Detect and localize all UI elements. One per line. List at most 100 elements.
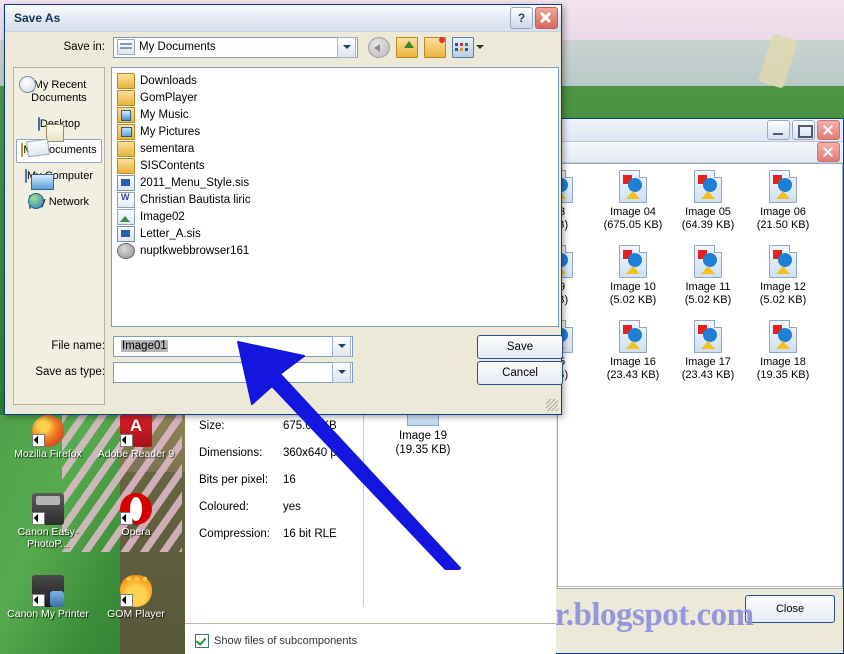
file-name: 2011_Menu_Style.sis	[140, 176, 250, 189]
save-button[interactable]: Save	[477, 335, 563, 359]
list-item[interactable]: nuptkwebbrowser161	[114, 242, 556, 259]
thumbnail-item[interactable]: 09 KB)	[558, 245, 596, 307]
gom-player-icon	[120, 575, 152, 607]
music-folder-icon	[117, 106, 135, 123]
recent-documents-icon	[31, 78, 34, 92]
property-label: Dimensions:	[199, 447, 263, 459]
file-name: SISContents	[140, 159, 205, 172]
list-item[interactable]: Letter_A.sis	[114, 225, 556, 242]
desktop-icon-adobe-reader[interactable]: Adobe Reader 9	[92, 415, 180, 460]
resize-grip[interactable]	[546, 399, 558, 411]
cancel-button[interactable]: Cancel	[477, 361, 563, 385]
desktop-icon-gom-player[interactable]: GOM Player	[92, 575, 180, 620]
thumbnail-item[interactable]: Image 11 (5.02 KB)	[671, 245, 745, 307]
views-menu-button[interactable]	[452, 36, 484, 58]
maximize-icon[interactable]	[792, 120, 815, 140]
desktop-icon-label: Canon My Printer	[7, 608, 89, 620]
chevron-down-icon[interactable]	[332, 361, 351, 383]
shortcut-overlay-icon	[120, 512, 133, 525]
thumbnail-name: 03	[558, 206, 596, 219]
preview-name: Image 19	[399, 430, 447, 442]
list-item[interactable]: sementara	[114, 140, 556, 157]
thumbnail-item[interactable]: Image 12 (5.02 KB)	[746, 245, 820, 307]
thumbnail-item[interactable]: Image 17 (23.43 KB)	[671, 320, 745, 382]
sidebar-item-desktop[interactable]: Desktop	[16, 113, 102, 137]
chevron-down-icon[interactable]	[337, 36, 356, 58]
desktop-icon-canon-easy-photoprint[interactable]: Canon Easy-PhotoP...	[4, 493, 92, 550]
file-name: nuptkwebbrowser161	[140, 244, 250, 257]
my-documents-folder-icon	[117, 39, 135, 55]
list-item[interactable]: My Pictures	[114, 123, 556, 140]
save-in-row: Save in: My Documents	[5, 32, 561, 62]
close-button[interactable]: Close	[745, 595, 835, 623]
image-file-icon	[694, 170, 722, 203]
thumbnail-name: Image 17	[685, 356, 731, 368]
list-item[interactable]: Christian Bautista liric	[114, 191, 556, 208]
thumbnail-name: 09	[558, 281, 596, 294]
thumbnail-size: (23.43 KB)	[606, 369, 660, 381]
sidebar-item-my-documents[interactable]: My Documents	[16, 139, 102, 163]
desktop-icon	[37, 117, 40, 131]
thumbnail-size: (21.50 KB)	[756, 219, 810, 231]
sidebar-item-my-network[interactable]: My Network	[16, 191, 102, 215]
sidebar-item-my-computer[interactable]: My Computer	[16, 165, 102, 189]
thumbnail-item[interactable]: Image 18 (19.35 KB)	[746, 320, 820, 382]
image-file-icon	[769, 320, 797, 353]
image-viewer-window: 03 KB) Image 04 (675.05 KB) Image 05 (64…	[555, 118, 844, 654]
save-in-dropdown[interactable]: My Documents	[113, 36, 358, 58]
sis-file-icon	[117, 225, 135, 242]
create-new-folder-icon[interactable]	[424, 36, 446, 58]
property-value: 675.05 KB	[283, 420, 337, 432]
thumbnail-item[interactable]: Image 06 (21.50 KB)	[746, 170, 820, 232]
checkbox-label: Show files of subcomponents	[214, 635, 358, 647]
file-name-value: Image01	[121, 340, 168, 352]
save-as-dialog: Save As ? Save in: My Documents My Recen…	[4, 4, 563, 415]
minimize-icon[interactable]	[767, 120, 790, 140]
thumbnail-item[interactable]: Image 05 (64.39 KB)	[671, 170, 745, 232]
save-as-type-dropdown[interactable]	[113, 361, 353, 383]
file-list[interactable]: Downloads GomPlayer My Music My Pictures…	[111, 67, 559, 327]
list-item[interactable]: GomPlayer	[114, 89, 556, 106]
image-file-icon	[619, 245, 647, 278]
list-item[interactable]: 2011_Menu_Style.sis	[114, 174, 556, 191]
save-as-type-label: Save as type:	[35, 366, 105, 378]
list-item[interactable]: My Music	[114, 106, 556, 123]
back-arrow-icon[interactable]	[368, 36, 390, 58]
close-icon[interactable]	[535, 7, 558, 29]
inner-close-icon[interactable]	[817, 142, 840, 162]
property-value: 360x640 px	[283, 447, 343, 459]
up-one-level-icon[interactable]	[396, 36, 418, 58]
close-icon[interactable]	[817, 120, 840, 140]
desktop-icon-canon-my-printer[interactable]: Canon My Printer	[4, 575, 92, 620]
shortcut-overlay-icon	[32, 594, 45, 607]
adobe-reader-icon	[120, 415, 152, 447]
file-name: sementara	[140, 142, 195, 155]
preview-thumbnail-item[interactable]: Image 19 (19.35 KB)	[375, 410, 471, 457]
list-item[interactable]: Image02	[114, 208, 556, 225]
file-name: Letter_A.sis	[140, 227, 201, 240]
desktop-icon-label: Mozilla Firefox	[14, 448, 82, 460]
help-icon[interactable]: ?	[510, 7, 533, 29]
thumbnail-item[interactable]: Image 10 (5.02 KB)	[596, 245, 670, 307]
property-label: Bits per pixel:	[199, 474, 269, 486]
show-subcomponents-checkbox[interactable]: Show files of subcomponents	[195, 634, 357, 648]
file-name-input[interactable]: Image01	[113, 335, 353, 357]
thumbnail-item[interactable]: Image 16 (23.43 KB)	[596, 320, 670, 382]
folder-icon	[117, 140, 135, 157]
file-name: Image02	[140, 210, 185, 223]
folder-icon	[117, 157, 135, 174]
thumbnail-item[interactable]: Image 04 (675.05 KB)	[596, 170, 670, 232]
file-name: My Music	[140, 108, 189, 121]
desktop-icon-opera[interactable]: Opera	[92, 493, 180, 538]
thumbnail-grid[interactable]: 03 KB) Image 04 (675.05 KB) Image 05 (64…	[557, 163, 843, 589]
sidebar-item-my-recent-documents[interactable]: My Recent Documents	[16, 74, 102, 111]
chevron-down-icon[interactable]	[332, 335, 351, 357]
panel-divider	[363, 408, 364, 606]
list-item[interactable]: Downloads	[114, 72, 556, 89]
desktop-icon-firefox[interactable]: Mozilla Firefox	[4, 415, 92, 460]
property-label: Size:	[199, 420, 225, 432]
property-value: 16 bit RLE	[283, 528, 337, 540]
desktop-icon-label: Adobe Reader 9	[97, 448, 175, 460]
thumbnail-item[interactable]: 03 KB)	[558, 170, 596, 232]
list-item[interactable]: SISContents	[114, 157, 556, 174]
